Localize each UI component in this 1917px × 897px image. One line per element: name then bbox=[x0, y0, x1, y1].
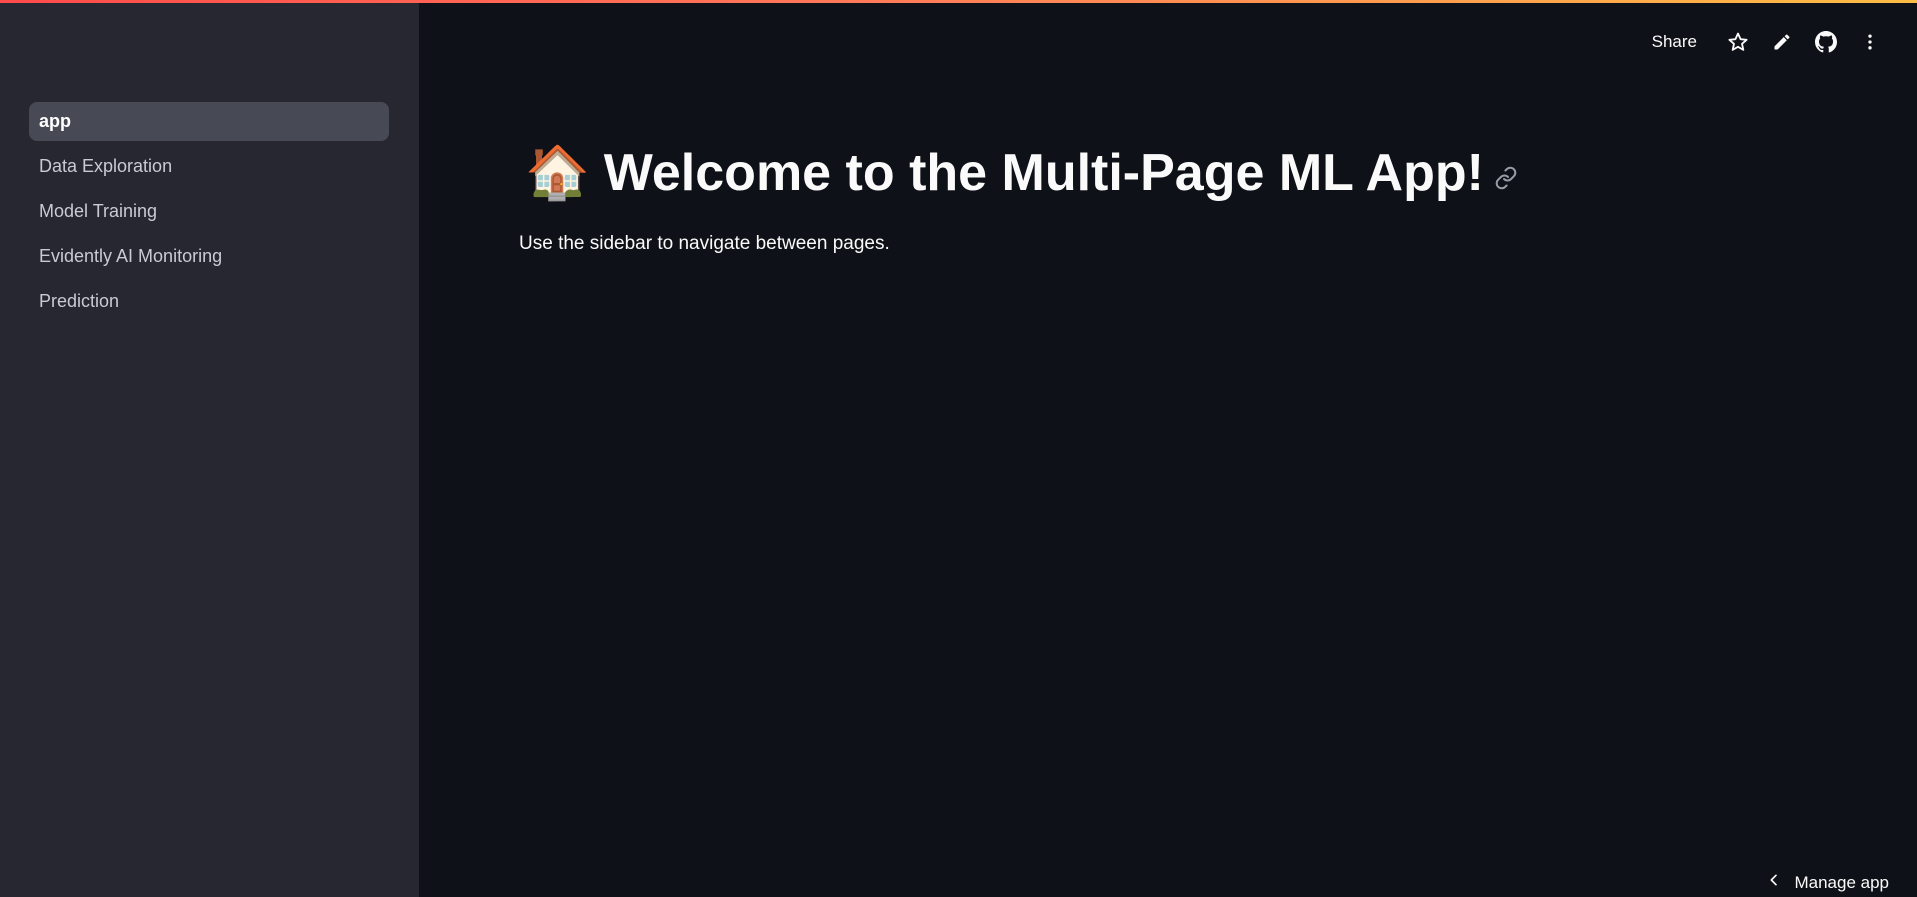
sidebar-item-label: Data Exploration bbox=[39, 156, 173, 176]
header-actions: Share bbox=[1652, 29, 1883, 55]
sidebar-item-model-training[interactable]: Model Training bbox=[29, 192, 389, 231]
sidebar-item-label: Model Training bbox=[39, 201, 158, 221]
main-content: Share 🏠 Welcome to the Multi-Page ML App… bbox=[419, 0, 1917, 897]
more-vertical-icon[interactable] bbox=[1857, 29, 1883, 55]
sidebar-item-label: Evidently AI Monitoring bbox=[39, 246, 223, 266]
chevron-left-icon bbox=[1766, 872, 1782, 893]
manage-app-label: Manage app bbox=[1794, 872, 1889, 892]
sidebar: app Data Exploration Model Training Evid… bbox=[0, 0, 419, 897]
star-icon[interactable] bbox=[1725, 29, 1751, 55]
link-icon[interactable] bbox=[1494, 166, 1518, 190]
sidebar-item-label: app bbox=[39, 111, 72, 131]
page-title-text: Welcome to the Multi-Page ML App! bbox=[603, 143, 1484, 202]
page-body: 🏠 Welcome to the Multi-Page ML App! Use … bbox=[519, 142, 1518, 274]
manage-app-button[interactable]: Manage app bbox=[1766, 872, 1889, 893]
sidebar-item-evidently-ai-monitoring[interactable]: Evidently AI Monitoring bbox=[29, 237, 389, 276]
pencil-icon[interactable] bbox=[1769, 29, 1795, 55]
sidebar-item-prediction[interactable]: Prediction bbox=[29, 282, 389, 321]
github-icon[interactable] bbox=[1813, 29, 1839, 55]
sidebar-item-label: Prediction bbox=[39, 291, 120, 311]
share-button[interactable]: Share bbox=[1652, 32, 1697, 52]
sidebar-item-app[interactable]: app bbox=[29, 102, 389, 141]
top-decoration-bar bbox=[0, 0, 1917, 3]
sidebar-nav: app Data Exploration Model Training Evid… bbox=[29, 102, 389, 327]
house-icon: 🏠 bbox=[525, 144, 590, 202]
sidebar-item-data-exploration[interactable]: Data Exploration bbox=[29, 147, 389, 186]
page-title: 🏠 Welcome to the Multi-Page ML App! bbox=[519, 142, 1518, 203]
page-description: Use the sidebar to navigate between page… bbox=[519, 233, 890, 254]
